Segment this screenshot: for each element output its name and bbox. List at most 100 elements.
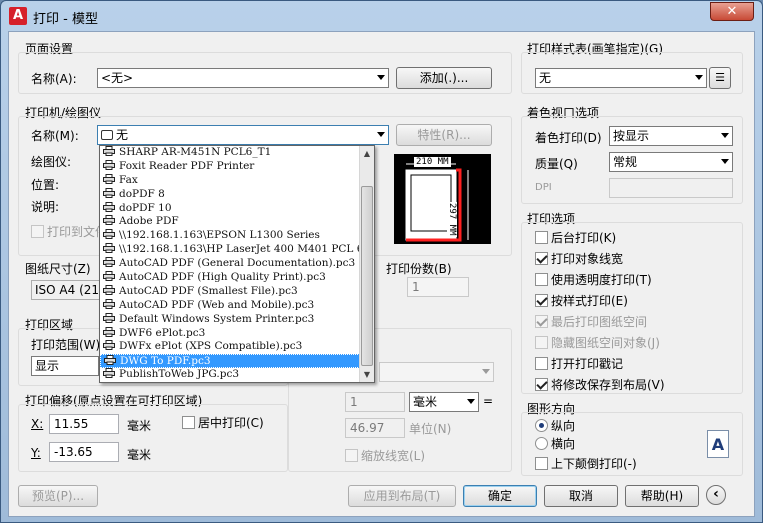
printer-list-item-label: SHARP AR-M451N PCL6_T1	[119, 146, 272, 158]
preview-button[interactable]: 预览(P)...	[18, 485, 98, 507]
portrait-radio[interactable]: 纵向	[535, 419, 575, 433]
dropdown-scrollbar[interactable]: ▲ ▼	[359, 146, 374, 382]
dpi-input[interactable]	[609, 178, 733, 198]
scale-equals: =	[483, 394, 494, 408]
plot-range-label: 打印范围(W):	[31, 338, 105, 352]
scale-lineweights-checkbox[interactable]: 缩放线宽(L)	[345, 449, 425, 463]
copies-label: 打印份数(B)	[386, 262, 452, 276]
printer-list-item-label: AutoCAD PDF (Smallest File).pc3	[119, 284, 298, 297]
plot-option-label: 将修改保存到布局(V)	[551, 378, 665, 392]
checkbox-box	[182, 416, 195, 429]
radio-dot	[535, 437, 548, 450]
close-button[interactable]: ✕	[710, 2, 754, 21]
cancel-button[interactable]: 取消	[544, 485, 618, 507]
printer-list-item[interactable]: \\192.168.1.163\EPSON L1300 Series	[100, 229, 360, 243]
scale-value1-input[interactable]: 1	[345, 392, 405, 412]
checkbox-box	[535, 231, 548, 244]
printer-icon	[103, 187, 115, 198]
plot-option-label: 打印对象线宽	[551, 252, 624, 266]
chevron-down-icon	[721, 133, 729, 138]
offset-x-input[interactable]: 11.55	[49, 414, 119, 434]
scale-unit2-label: 单位(N)	[409, 422, 452, 436]
printer-list-item-label: Foxit Reader PDF Printer	[119, 159, 255, 172]
printer-list-item[interactable]: AutoCAD PDF (High Quality Print).pc3	[100, 271, 360, 285]
plotter-name-label: 名称(M):	[31, 129, 79, 143]
chevron-down-icon	[377, 75, 385, 80]
printer-list-item[interactable]: Default Windows System Printer.pc3	[100, 312, 360, 327]
printer-list-item-label: \\192.168.1.163\HP LaserJet 400 M401 PCL…	[119, 243, 360, 256]
printer-icon	[101, 130, 113, 140]
checkbox-box	[535, 252, 548, 265]
printer-list-item[interactable]: Fax	[100, 173, 360, 188]
offset-y-input[interactable]: -13.65	[49, 442, 119, 462]
description-label: 说明:	[31, 200, 60, 214]
location-label: 位置:	[31, 178, 60, 192]
plot-option-checkbox[interactable]: 打开打印戳记	[535, 357, 623, 371]
plotter-properties-button[interactable]: 特性(R)...	[396, 124, 492, 146]
plot-option-label: 隐藏图纸空间对象(J)	[551, 336, 660, 350]
plot-option-checkbox[interactable]: 最后打印图纸空间	[535, 315, 647, 329]
collapse-arrow-icon[interactable]: ‹	[706, 485, 726, 505]
printer-list-item[interactable]: doPDF 8	[100, 187, 360, 202]
printer-icon	[103, 243, 115, 254]
chevron-down-icon	[377, 132, 385, 137]
scroll-thumb[interactable]	[361, 186, 373, 366]
center-plot-checkbox[interactable]: 居中打印(C)	[182, 416, 264, 430]
plot-option-checkbox[interactable]: 隐藏图纸空间对象(J)	[535, 336, 660, 350]
printer-list-item[interactable]: SHARP AR-M451N PCL6_T1	[100, 146, 360, 160]
plot-style-combo[interactable]: 无	[535, 68, 707, 88]
paper-size-combo[interactable]: ISO A4 (210	[31, 280, 101, 300]
chevron-down-icon	[482, 369, 490, 374]
printer-list-item[interactable]: AutoCAD PDF (Web and Mobile).pc3	[100, 298, 360, 313]
copies-value: 1	[412, 280, 420, 294]
plot-style-value: 无	[539, 71, 552, 85]
printer-list-item[interactable]: DWG To PDF.pc3	[100, 354, 360, 369]
printer-list-item[interactable]: PublishToWeb JPG.pc3	[100, 368, 360, 382]
scale-unit-combo[interactable]: 毫米	[409, 392, 479, 412]
plot-range-combo[interactable]: 显示	[31, 356, 99, 376]
quality-combo[interactable]: 常规	[609, 152, 733, 172]
plot-option-checkbox[interactable]: 打印对象线宽	[535, 252, 623, 266]
copies-spinner[interactable]: 1	[407, 277, 469, 297]
plot-option-checkbox[interactable]: 按样式打印(E)	[535, 294, 628, 308]
print-dialog: A 打印 - 模型 ✕ 页面设置 名称(A): <无> 添加(.)... 打印机…	[0, 0, 763, 523]
scale-value2-input[interactable]: 46.97	[345, 418, 405, 438]
printer-list-item[interactable]: Adobe PDF	[100, 215, 360, 229]
printer-icon	[103, 146, 115, 156]
edit-plot-style-button[interactable]: ☰	[709, 67, 731, 89]
plot-option-label: 后台打印(K)	[551, 231, 617, 245]
scroll-up-icon[interactable]: ▲	[360, 146, 374, 161]
page-setup-name-combo[interactable]: <无>	[97, 68, 389, 88]
checkbox-box	[535, 336, 548, 349]
upside-down-checkbox[interactable]: 上下颠倒打印(-)	[535, 457, 637, 471]
plot-option-checkbox[interactable]: 使用透明度打印(T)	[535, 273, 652, 287]
printer-list-item-label: AutoCAD PDF (High Quality Print).pc3	[119, 271, 326, 284]
printer-list-item[interactable]: Foxit Reader PDF Printer	[100, 159, 360, 174]
chevron-down-icon	[695, 75, 703, 80]
ok-button[interactable]: 确定	[463, 485, 537, 507]
help-button[interactable]: 帮助(H)	[625, 485, 699, 507]
plot-option-checkbox[interactable]: 将修改保存到布局(V)	[535, 378, 665, 392]
landscape-radio[interactable]: 横向	[535, 437, 575, 451]
printer-list-item[interactable]: AutoCAD PDF (General Documentation).pc3	[100, 257, 360, 271]
preview-height-label: 297 MM	[447, 202, 457, 237]
plot-option-checkbox[interactable]: 后台打印(K)	[535, 231, 616, 245]
add-page-setup-button[interactable]: 添加(.)...	[396, 67, 492, 89]
offset-y-value: -13.65	[54, 445, 93, 459]
plotter-name-combo[interactable]: 无	[97, 125, 389, 145]
printer-list-item[interactable]: doPDF 10	[100, 201, 360, 216]
apply-to-layout-button[interactable]: 应用到布局(T)	[348, 485, 456, 507]
printer-list-item[interactable]: DWFx ePlot (XPS Compatible).pc3	[100, 340, 360, 354]
scroll-down-icon[interactable]: ▼	[360, 367, 374, 382]
shade-plot-combo[interactable]: 按显示	[609, 126, 733, 146]
scale-combo[interactable]	[379, 362, 494, 382]
printer-list-item[interactable]: AutoCAD PDF (Smallest File).pc3	[100, 284, 360, 299]
printer-list-item[interactable]: \\192.168.1.163\HP LaserJet 400 M401 PCL…	[100, 243, 360, 257]
title-bar[interactable]: A 打印 - 模型 ✕	[1, 1, 762, 31]
printer-list-item[interactable]: DWF6 ePlot.pc3	[100, 326, 360, 341]
print-to-file-checkbox[interactable]: 打印到文件	[31, 225, 99, 239]
printer-dropdown-list[interactable]: SHARP AR-M451N PCL6_T1 Foxit Reader PDF P…	[99, 145, 375, 383]
checkbox-box	[535, 457, 548, 470]
center-plot-label: 居中打印(C)	[198, 416, 264, 430]
upside-down-label: 上下颠倒打印(-)	[551, 457, 637, 471]
